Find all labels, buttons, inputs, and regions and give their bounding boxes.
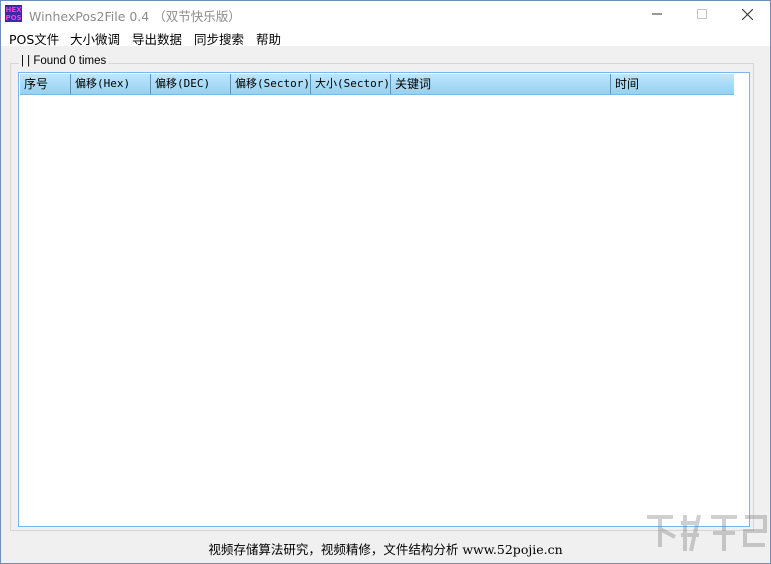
minimize-icon <box>652 13 662 15</box>
watermark-logo-icon <box>647 514 767 552</box>
results-list[interactable]: 序号 偏移(Hex) 偏移(DEC) 偏移(Sector) 大小(Sector)… <box>18 72 750 527</box>
menu-sync-search[interactable]: 同步搜索 <box>194 29 244 48</box>
app-logo-text: HEX POS <box>5 6 22 22</box>
maximize-button[interactable] <box>679 1 725 27</box>
results-count-label: | | Found 0 times <box>19 55 109 67</box>
app-logo-icon: HEX POS <box>5 5 22 22</box>
menu-pos-file[interactable]: POS文件 <box>9 29 59 48</box>
menu-help[interactable]: 帮助 <box>256 29 281 48</box>
results-list-header: 序号 偏移(Hex) 偏移(DEC) 偏移(Sector) 大小(Sector)… <box>20 74 734 95</box>
column-header-size-sector[interactable]: 大小(Sector) <box>311 74 391 94</box>
app-window: HEX POS WinhexPos2File 0.4 （双节快乐版） POS文件… <box>0 0 771 564</box>
column-header-time[interactable]: 时间 <box>611 74 734 94</box>
column-header-offset-sector[interactable]: 偏移(Sector) <box>231 74 311 94</box>
title-bar[interactable]: HEX POS WinhexPos2File 0.4 （双节快乐版） <box>1 1 770 27</box>
menu-bar: POS文件 大小微调 导出数据 同步搜索 帮助 <box>1 27 770 48</box>
column-header-offset-dec[interactable]: 偏移(DEC) <box>151 74 231 94</box>
minimize-button[interactable] <box>634 1 680 27</box>
menu-size-adjust[interactable]: 大小微调 <box>70 29 120 48</box>
column-header-keyword[interactable]: 关键词 <box>391 74 611 94</box>
close-button[interactable] <box>724 1 770 27</box>
menu-export-data[interactable]: 导出数据 <box>132 29 182 48</box>
column-header-index[interactable]: 序号 <box>20 74 71 94</box>
column-header-offset-hex[interactable]: 偏移(Hex) <box>71 74 151 94</box>
close-icon <box>741 8 753 20</box>
window-title: WinhexPos2File 0.4 （双节快乐版） <box>29 9 241 24</box>
maximize-icon <box>697 9 707 19</box>
